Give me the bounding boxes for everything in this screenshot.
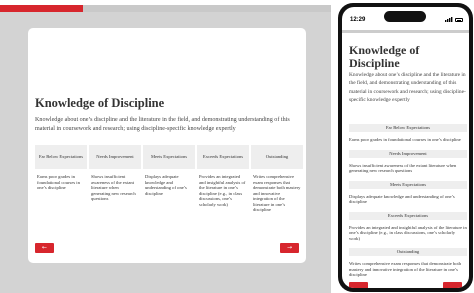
phone-preview: 12:29 Knowledge of Discipline Knowledge … — [338, 3, 473, 292]
rubric-column-exceeds: Exceeds Expectations Provides an integra… — [197, 145, 249, 240]
rubric-description: Provides an integrated and insightful an… — [199, 174, 246, 207]
page-title: Knowledge of Discipline — [35, 96, 165, 110]
content-card: Knowledge of Discipline Knowledge about … — [28, 28, 306, 263]
rubric-description: Writes comprehensive exam responses that… — [253, 174, 301, 212]
rubric-description: Earns poor grades in foundational course… — [37, 174, 80, 190]
desktop-preview: Knowledge of Discipline Knowledge about … — [0, 5, 331, 293]
rubric-heading: Needs Improvement — [89, 145, 141, 169]
page-description: Knowledge about one’s discipline and the… — [35, 117, 290, 132]
rubric-table: Far Below Expectations Earns poor grades… — [35, 145, 303, 240]
arrow-left-icon: ← — [41, 244, 48, 251]
previous-button[interactable]: ← — [35, 243, 54, 253]
mobile-rubric-heading: Meets Expectations — [349, 180, 467, 189]
status-time: 12:29 — [350, 17, 366, 23]
rubric-heading: Far Below Expectations — [35, 145, 87, 169]
mobile-next-button[interactable] — [443, 282, 462, 288]
phone-screen: 12:29 Knowledge of Discipline Knowledge … — [342, 7, 469, 288]
status-icons — [445, 17, 463, 22]
status-bar: 12:29 — [342, 7, 469, 30]
signal-icon — [445, 17, 453, 22]
mobile-rubric-heading: Needs Improvement — [349, 149, 467, 158]
mobile-rubric-heading: Outstanding — [349, 248, 467, 256]
rubric-heading: Meets Expectations — [143, 145, 195, 169]
progress-bar-fill — [0, 5, 83, 12]
mobile-rubric-description: Shows insufficient awareness of the exta… — [349, 162, 457, 174]
arrow-right-icon: → — [286, 244, 293, 251]
phone-notch — [384, 11, 426, 22]
mobile-progress-bar — [342, 30, 469, 33]
mobile-page-title: Knowledge of Discipline — [349, 43, 420, 70]
mobile-page-description: Knowledge about one’s discipline and the… — [349, 72, 466, 104]
rubric-description: Displays adequate knowledge and understa… — [145, 174, 187, 196]
rubric-column-outstanding: Outstanding Writes comprehensive exam re… — [251, 145, 303, 240]
rubric-description: Shows insufficient awareness of the exta… — [91, 174, 136, 201]
mobile-rubric-list: Far Below Expectations Earns poor grades… — [349, 124, 467, 285]
mobile-rubric-heading: Exceeds Expectations — [349, 211, 467, 220]
rubric-column-needs-improvement: Needs Improvement Shows insufficient awa… — [89, 145, 141, 240]
next-button[interactable]: → — [280, 243, 299, 253]
battery-icon — [455, 17, 463, 22]
rubric-heading: Exceeds Expectations — [197, 145, 249, 169]
mobile-previous-button[interactable] — [349, 282, 368, 288]
mobile-rubric-description: Writes comprehensive exam responses that… — [349, 261, 462, 277]
progress-bar — [0, 5, 331, 12]
mobile-rubric-description: Provides an integrated and insightful an… — [349, 224, 467, 241]
rubric-column-far-below: Far Below Expectations Earns poor grades… — [35, 145, 87, 240]
mobile-rubric-description: Earns poor grades in foundational course… — [349, 137, 461, 142]
mobile-rubric-heading: Far Below Expectations — [349, 124, 467, 132]
rubric-heading: Outstanding — [251, 145, 303, 169]
mobile-rubric-description: Displays adequate knowledge and understa… — [349, 193, 455, 205]
rubric-column-meets: Meets Expectations Displays adequate kno… — [143, 145, 195, 240]
